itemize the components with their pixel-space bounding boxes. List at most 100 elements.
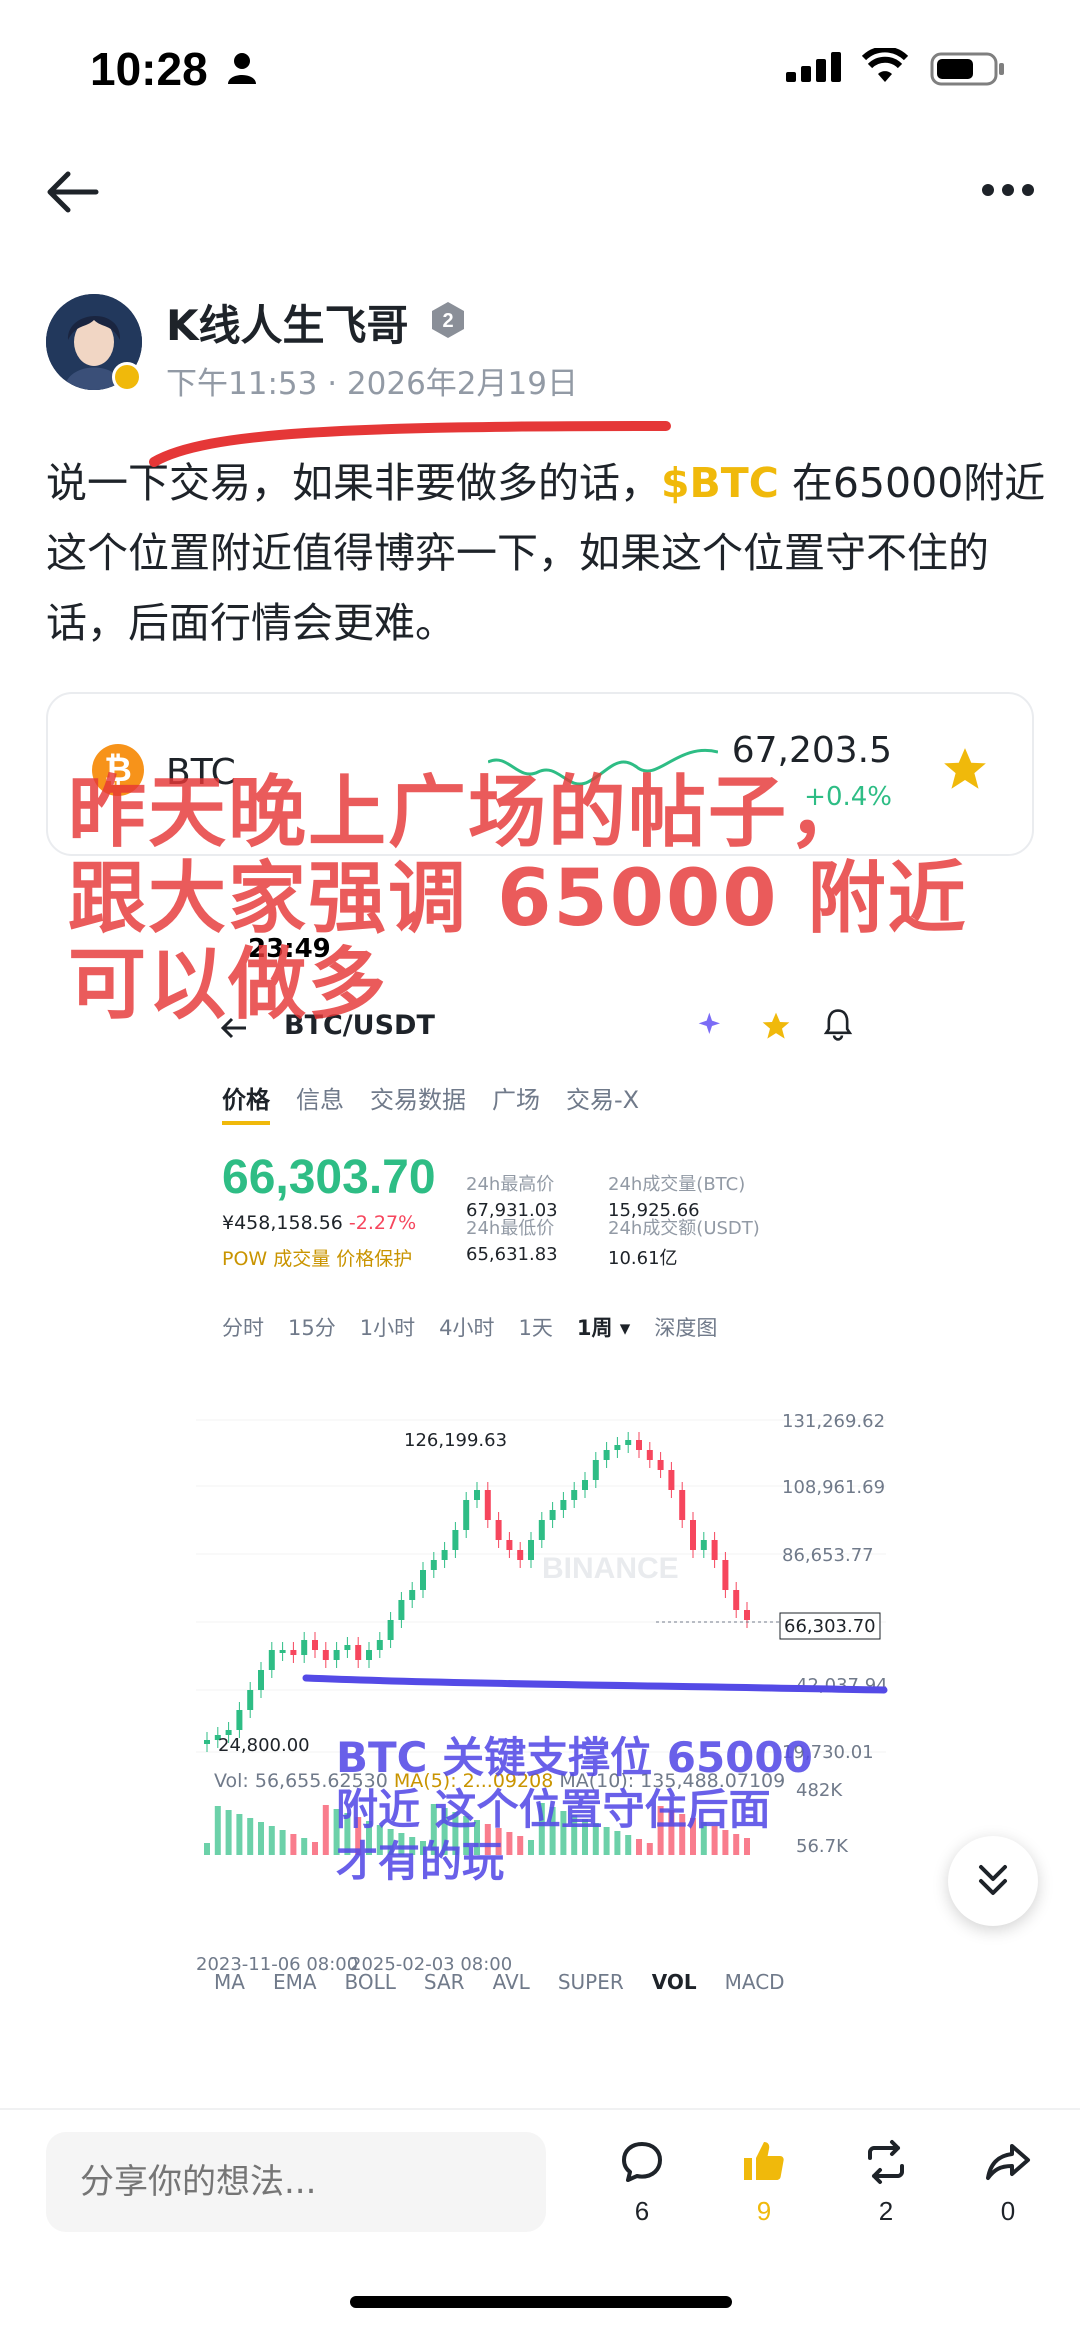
inner-cny-value: ¥458,158.56 (222, 1212, 343, 1234)
candle-body (592, 1460, 599, 1480)
author-name[interactable]: K线人生飞哥 (166, 292, 409, 353)
scroll-down-button[interactable] (948, 1836, 1038, 1926)
ind-vol: VOL (651, 1970, 697, 1994)
level-badge-icon: 2 (432, 302, 464, 338)
candle-body (690, 1520, 696, 1550)
volume-bar (204, 1843, 210, 1855)
inner-tab-tradex: 交易-X (566, 1086, 640, 1114)
back-arrow-icon[interactable] (44, 168, 100, 216)
repost-button[interactable]: 2 (846, 2138, 926, 2227)
like-button[interactable]: 9 (724, 2138, 804, 2227)
more-options-icon[interactable] (980, 178, 1036, 202)
volume-bar (225, 1810, 232, 1855)
blue-support-line-annotation (302, 1674, 888, 1694)
candle-body (398, 1600, 405, 1620)
candle-body (355, 1645, 362, 1660)
post-timestamp: 下午11:53 · 2026年2月19日 (166, 366, 578, 402)
candle-body (571, 1490, 578, 1500)
interval-depth: 深度图 (654, 1316, 718, 1340)
volume-bar (258, 1822, 264, 1855)
stat-vol-btc-label: 24h成交量(BTC) (608, 1174, 746, 1195)
repost-count: 2 (878, 2196, 894, 2226)
axis-label-3: 86,653.77 (782, 1545, 874, 1566)
inner-tab-info: 信息 (296, 1086, 344, 1114)
candle-body (333, 1650, 340, 1660)
ind-macd: MACD (724, 1970, 785, 1994)
candle-body (204, 1740, 210, 1744)
axis-label-2: 108,961.69 (782, 1477, 885, 1498)
comment-input[interactable] (46, 2132, 546, 2232)
candle-body (430, 1560, 437, 1570)
candle-body (290, 1650, 297, 1655)
repost-icon (868, 2140, 904, 2184)
candle-body (679, 1490, 686, 1520)
red-annotation-line2: 跟大家强调 65000 附近 (68, 854, 968, 944)
comment-button[interactable]: 6 (602, 2138, 682, 2227)
candle-body (452, 1530, 459, 1550)
volume-bar (236, 1814, 243, 1855)
stat-low: 24h最低价 65,631.83 (466, 1214, 558, 1265)
axis-label-current: 66,303.70 (784, 1616, 876, 1637)
interval-1d: 1天 (518, 1316, 553, 1340)
volume-bar (279, 1830, 286, 1855)
red-annotation-line1: 昨天晚上广场的帖子， (68, 768, 869, 858)
status-time: 10:28 (90, 43, 208, 95)
candle-body (312, 1640, 318, 1650)
candle-body (528, 1540, 534, 1560)
candle-body (722, 1560, 729, 1590)
candle-body (560, 1500, 567, 1510)
candle-body (366, 1650, 372, 1660)
red-underline-annotation (149, 421, 671, 467)
candle-body (322, 1650, 329, 1660)
interval-1w: 1周 ▾ (576, 1316, 631, 1340)
ind-boll: BOLL (344, 1970, 396, 1994)
candle-body (420, 1570, 426, 1590)
comment-count: 6 (634, 2196, 650, 2226)
level-number: 2 (442, 310, 453, 332)
red-annotation-line3: 可以做多 (68, 940, 389, 1030)
interval-4h: 4小时 (439, 1316, 495, 1340)
inner-intervals: 分时 15分 1小时 4小时 1天 1周 ▾ 深度图 (222, 1312, 862, 1342)
inner-tab-square: 广场 (492, 1086, 540, 1114)
volume-bar (290, 1834, 297, 1855)
candle-body (463, 1500, 470, 1530)
blue-annotation-line1: BTC 关键支撑位 65000 (336, 1733, 813, 1782)
stat-vol-usdt-label: 24h成交额(USDT) (608, 1218, 760, 1239)
candle-group (204, 1432, 750, 1752)
battery-icon (930, 52, 1004, 86)
inner-tab-data: 交易数据 (370, 1086, 466, 1114)
candle-body (636, 1440, 642, 1450)
candle-body (441, 1550, 448, 1560)
candle-body (646, 1450, 653, 1460)
embedded-screenshot: 23:49 BTC/USDT 价格 信息 交易数据 广场 交易-X 66,303… (196, 900, 886, 2110)
candle-body (495, 1520, 502, 1540)
candle-body (744, 1610, 750, 1620)
blue-annotation-line2: 附近 这个位置守住后面 (336, 1785, 771, 1834)
status-bar: 10:28 (0, 0, 1080, 150)
candle-body (484, 1490, 491, 1520)
verified-badge-icon (112, 362, 142, 392)
coin-price: 67,203.5 (731, 730, 892, 771)
candle-body (517, 1550, 524, 1560)
volume-bar (322, 1805, 329, 1855)
blue-annotation-line3: 才有的玩 (336, 1837, 505, 1886)
candle-body (733, 1590, 740, 1610)
interval-1h: 1小时 (359, 1316, 416, 1340)
volume-bar (268, 1826, 275, 1855)
interval-15m: 15分 (288, 1316, 336, 1340)
indicator-tabs: MA EMA BOLL SAR AVL SUPER VOL MACD (196, 1970, 886, 1994)
candle-body (603, 1450, 610, 1460)
inner-pow: POW 成交量 价格保护 (222, 1248, 413, 1270)
comment-icon (622, 2142, 662, 2182)
volume-bar (312, 1842, 318, 1855)
share-icon (986, 2144, 1030, 2180)
candle-body (668, 1470, 675, 1490)
candle-body (344, 1645, 351, 1650)
candle-body (474, 1490, 480, 1500)
peak-label: 126,199.63 (404, 1430, 507, 1451)
share-button[interactable]: 0 (968, 2138, 1048, 2227)
candle-body (268, 1650, 275, 1670)
signal-icon (786, 52, 841, 82)
ticker-link[interactable]: $BTC (661, 459, 779, 507)
volume-bar (301, 1838, 308, 1855)
